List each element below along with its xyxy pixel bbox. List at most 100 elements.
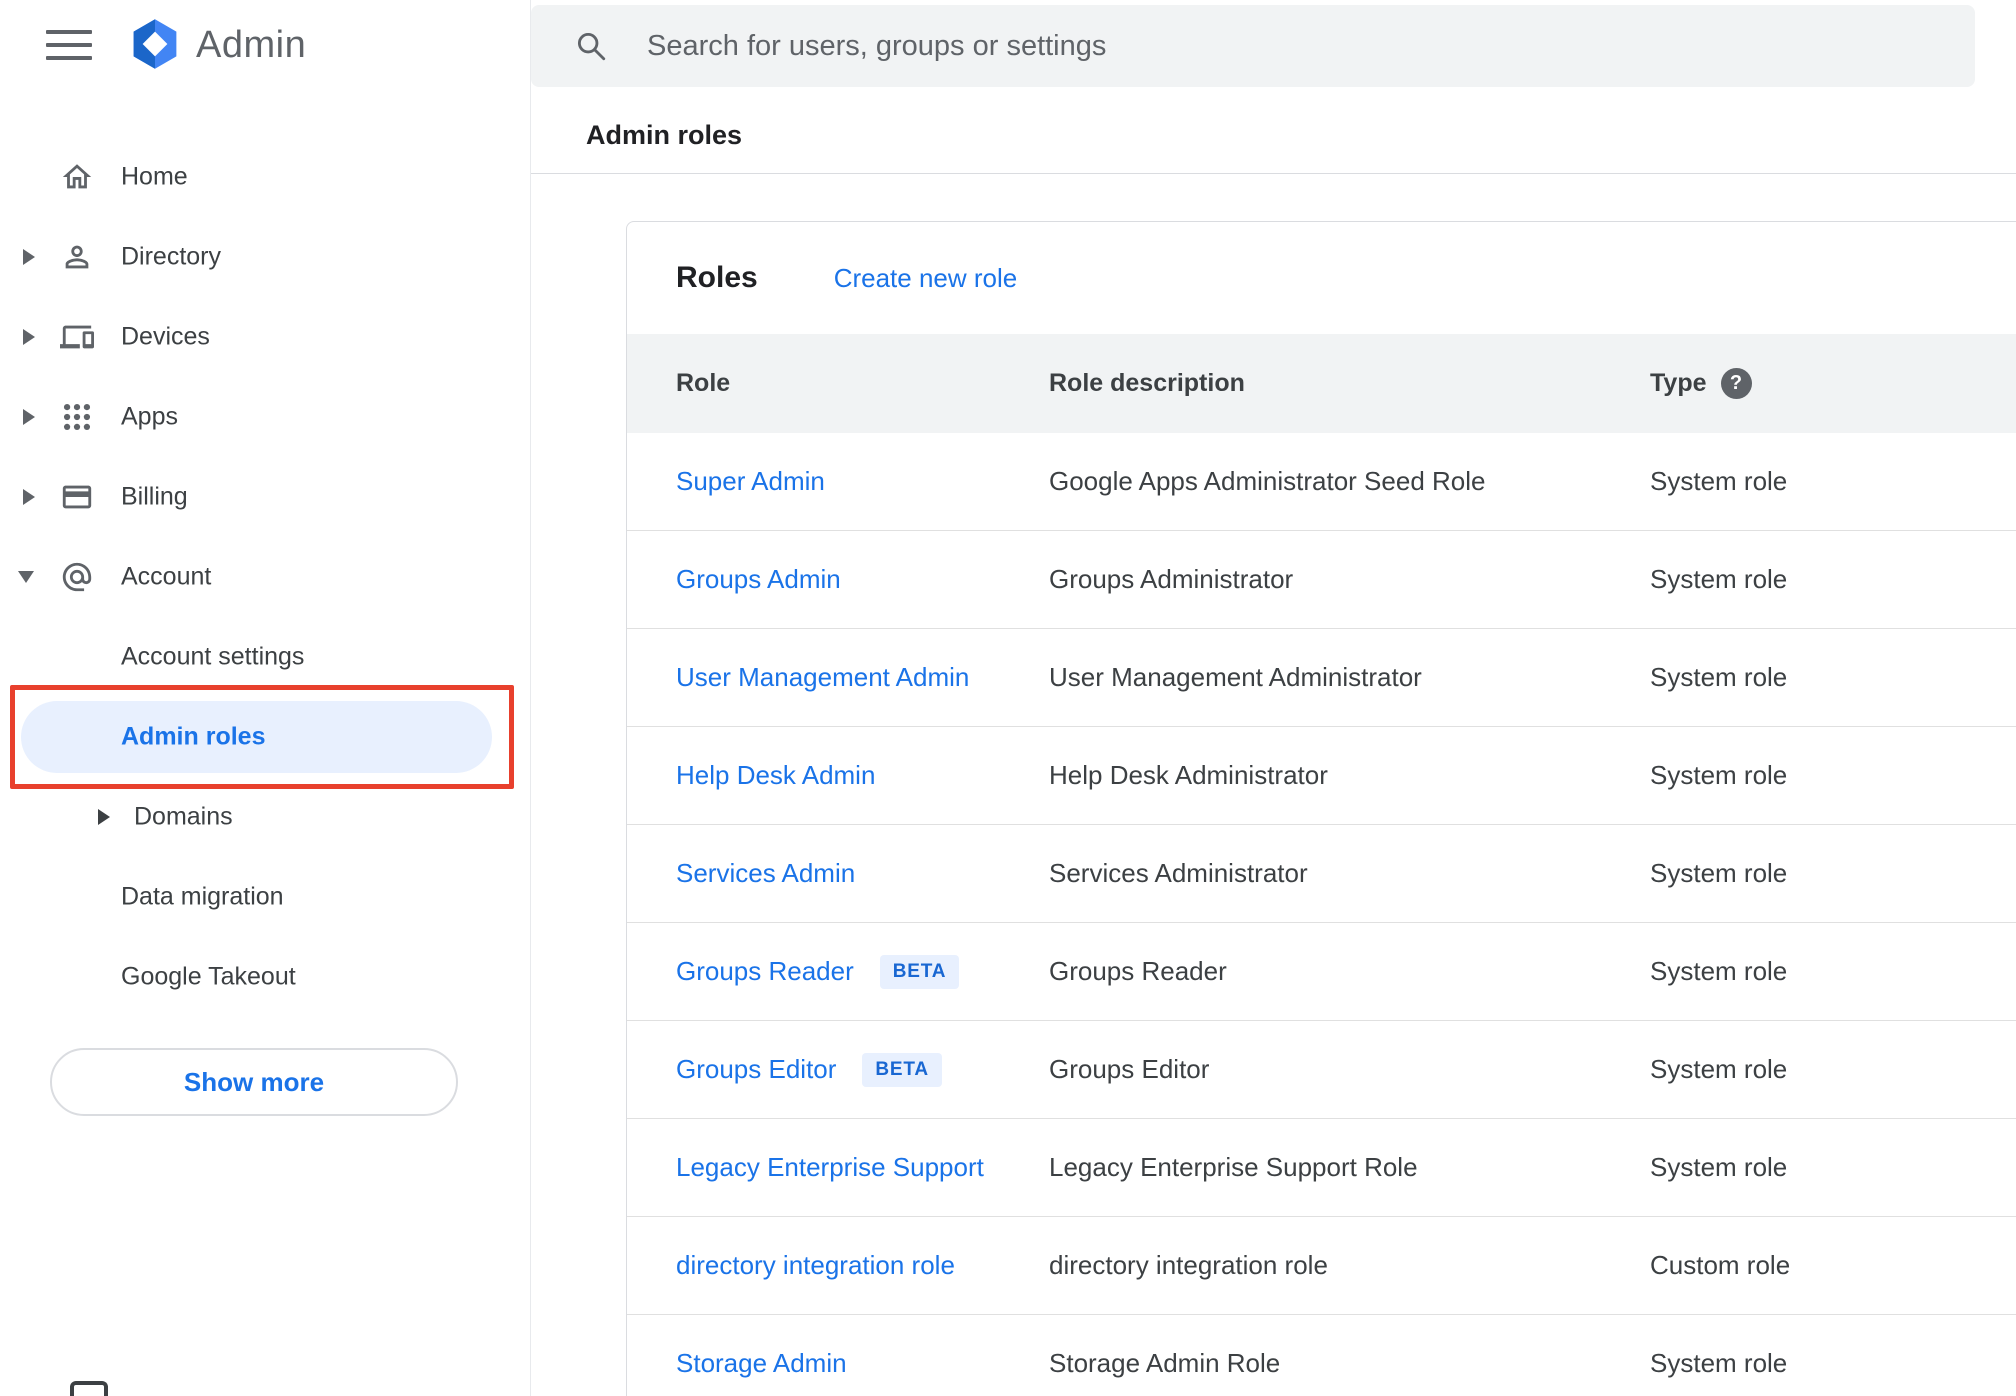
- role-description: Storage Admin Role: [1049, 1348, 1281, 1378]
- roles-card: Roles Create new role Role Role descript…: [626, 221, 2016, 1396]
- sidebar-item-label: Account settings: [121, 642, 305, 671]
- sidebar-item-label: Account: [121, 562, 212, 591]
- table-header-row: Role Role description Type ?: [627, 334, 2016, 433]
- sidebar-header: Admin: [0, 0, 530, 92]
- credit-card-icon: [62, 485, 92, 509]
- role-link[interactable]: Groups Reader: [676, 956, 854, 987]
- sidebar-item-google-takeout[interactable]: Google Takeout: [0, 937, 530, 1017]
- beta-badge: BETA: [879, 954, 960, 989]
- divider: [531, 173, 2016, 174]
- sidebar-item-apps[interactable]: Apps: [0, 377, 530, 457]
- sidebar: Admin Home Directory Devices Apps Billin…: [0, 0, 531, 1396]
- collapse-arrow-icon[interactable]: [18, 571, 34, 583]
- role-type: System role: [1650, 1348, 1788, 1378]
- hamburger-menu-icon[interactable]: [46, 30, 92, 60]
- admin-console-page: Admin Home Directory Devices Apps Billin…: [0, 0, 2016, 1396]
- role-type: System role: [1650, 466, 1788, 496]
- role-type: System role: [1650, 564, 1788, 594]
- product-title: Admin: [196, 24, 307, 66]
- role-description: Groups Editor: [1049, 1054, 1210, 1084]
- role-type: System role: [1650, 956, 1788, 986]
- table-row: Help Desk Admin Help Desk Administrator …: [627, 727, 2016, 825]
- role-description: Services Administrator: [1049, 858, 1308, 888]
- google-admin-logo-icon: [133, 19, 177, 69]
- role-link[interactable]: Help Desk Admin: [676, 760, 875, 791]
- sidebar-item-domains[interactable]: Domains: [0, 777, 530, 857]
- table-row: directory integration role directory int…: [627, 1217, 2016, 1315]
- role-link[interactable]: Super Admin: [676, 466, 825, 497]
- sidebar-item-label: Home: [121, 162, 188, 191]
- expand-arrow-icon[interactable]: [23, 409, 35, 425]
- role-link[interactable]: directory integration role: [676, 1250, 955, 1281]
- role-link[interactable]: User Management Admin: [676, 662, 969, 693]
- expand-arrow-icon[interactable]: [23, 329, 35, 345]
- expand-arrow-icon[interactable]: [23, 249, 35, 265]
- sidebar-item-billing[interactable]: Billing: [0, 457, 530, 537]
- role-description: User Management Administrator: [1049, 662, 1422, 692]
- sidebar-item-directory[interactable]: Directory: [0, 217, 530, 297]
- sidebar-item-account-settings[interactable]: Account settings: [0, 617, 530, 697]
- search-icon: [577, 32, 606, 61]
- help-icon[interactable]: ?: [1720, 368, 1752, 399]
- role-description: directory integration role: [1049, 1250, 1328, 1280]
- role-link[interactable]: Groups Editor: [676, 1054, 836, 1085]
- role-description: Help Desk Administrator: [1049, 760, 1328, 790]
- sidebar-item-account[interactable]: Account: [0, 537, 530, 617]
- main-content: Admin roles Roles Create new role Role R…: [531, 0, 2016, 1396]
- apps-grid-icon: [63, 403, 91, 431]
- beta-badge: BETA: [862, 1052, 942, 1087]
- sidebar-item-label: Apps: [121, 402, 178, 431]
- sidebar-item-label: Domains: [134, 802, 233, 831]
- role-type: System role: [1650, 1152, 1788, 1182]
- table-row: Storage Admin Storage Admin Role System …: [627, 1315, 2016, 1396]
- table-row: User Management Admin User Management Ad…: [627, 629, 2016, 727]
- sidebar-item-home[interactable]: Home: [0, 137, 530, 217]
- table-row: Groups Reader BETA Groups Reader System …: [627, 923, 2016, 1021]
- roles-card-header: Roles Create new role: [627, 222, 2016, 334]
- person-icon: [65, 245, 89, 269]
- table-row: Services Admin Services Administrator Sy…: [627, 825, 2016, 923]
- card-title: Roles: [676, 261, 758, 294]
- table-row: Legacy Enterprise Support Legacy Enterpr…: [627, 1119, 2016, 1217]
- expand-arrow-icon[interactable]: [23, 489, 35, 505]
- support-icon[interactable]: [70, 1381, 108, 1396]
- role-type: Custom role: [1650, 1250, 1791, 1280]
- breadcrumb: Admin roles: [586, 120, 743, 150]
- role-link[interactable]: Storage Admin: [676, 1348, 847, 1379]
- table-row: Groups Editor BETA Groups Editor System …: [627, 1021, 2016, 1119]
- search-bar[interactable]: [531, 5, 1975, 87]
- table-row: Super Admin Google Apps Administrator Se…: [627, 433, 2016, 531]
- column-header-type: Type ?: [1650, 368, 2016, 399]
- sidebar-item-label: Directory: [121, 242, 222, 271]
- create-new-role-link[interactable]: Create new role: [834, 263, 1018, 294]
- column-header-description: Role description: [1049, 369, 1245, 397]
- table-row: Groups Admin Groups Administrator System…: [627, 531, 2016, 629]
- home-icon: [62, 164, 92, 189]
- sidebar-item-label: Devices: [121, 322, 210, 351]
- at-sign-icon: [62, 562, 92, 592]
- role-description: Groups Administrator: [1049, 564, 1294, 594]
- role-type: System role: [1650, 760, 1788, 790]
- role-type: System role: [1650, 1054, 1788, 1084]
- show-more-button[interactable]: Show more: [50, 1048, 458, 1116]
- role-description: Groups Reader: [1049, 956, 1227, 986]
- role-link[interactable]: Groups Admin: [676, 564, 841, 595]
- sidebar-item-label: Data migration: [121, 882, 284, 911]
- column-header-role: Role: [676, 369, 731, 397]
- role-link[interactable]: Services Admin: [676, 858, 855, 889]
- sidebar-item-label: Billing: [121, 482, 188, 511]
- sidebar-item-devices[interactable]: Devices: [0, 297, 530, 377]
- role-link[interactable]: Legacy Enterprise Support: [676, 1152, 984, 1183]
- role-type: System role: [1650, 662, 1788, 692]
- sidebar-item-data-migration[interactable]: Data migration: [0, 857, 530, 937]
- search-input[interactable]: [647, 5, 1927, 87]
- sidebar-item-admin-roles[interactable]: Admin roles: [0, 697, 530, 777]
- sidebar-nav: Home Directory Devices Apps Billing Acco…: [0, 137, 530, 1017]
- sidebar-item-label: Admin roles: [121, 722, 266, 751]
- role-type: System role: [1650, 858, 1788, 888]
- devices-icon: [60, 325, 94, 349]
- role-description: Legacy Enterprise Support Role: [1049, 1152, 1418, 1182]
- expand-arrow-icon[interactable]: [98, 809, 110, 825]
- sidebar-item-label: Google Takeout: [121, 962, 296, 991]
- role-description: Google Apps Administrator Seed Role: [1049, 466, 1486, 496]
